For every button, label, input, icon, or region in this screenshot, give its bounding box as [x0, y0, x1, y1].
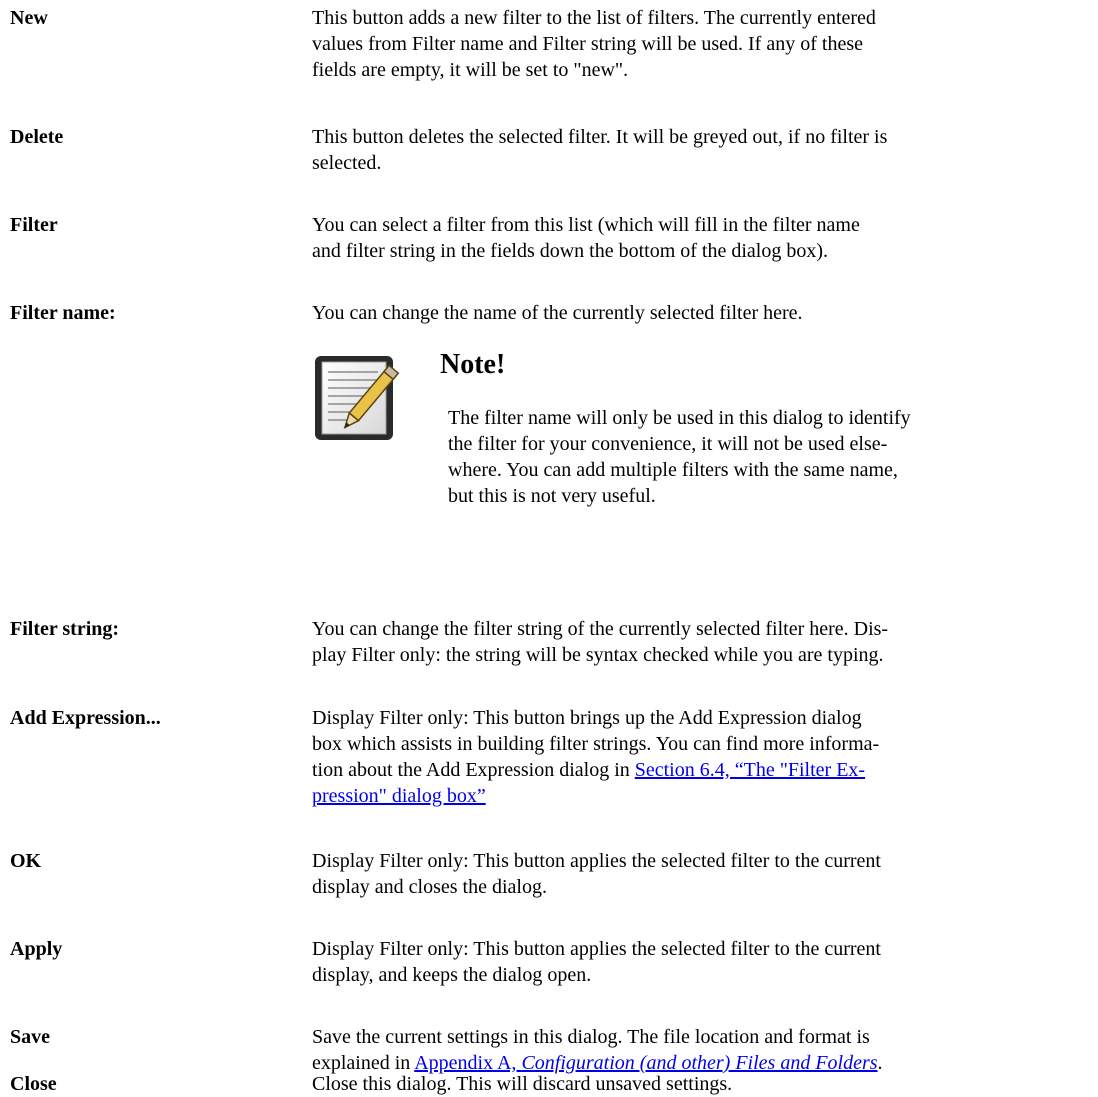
note-admonition: Note! The filter name will only be used … — [312, 349, 911, 530]
term-apply: Apply — [10, 938, 63, 960]
definition-filter-name: You can change the name of the currently… — [312, 300, 1087, 326]
definition-line: Close this dialog. This will discard uns… — [312, 1073, 733, 1095]
definition-line: tion about the Add Expression dialog in … — [312, 759, 866, 781]
definition-apply: Display Filter only: This button applies… — [312, 936, 1087, 988]
definition-ok: Display Filter only: This button applies… — [312, 848, 1087, 900]
definition-line: box which assists in building filter str… — [312, 733, 880, 755]
definition-line: display, and keeps the dialog open. — [312, 964, 592, 986]
definition-line: pression" dialog box” — [312, 783, 1087, 809]
definition-delete: This button deletes the selected filter.… — [312, 124, 1087, 176]
definition-filter: You can select a filter from this list (… — [312, 212, 1087, 264]
note-title: Note! — [440, 349, 506, 380]
definition-line: Display Filter only: This button applies… — [312, 850, 881, 872]
definition-line: selected. — [312, 152, 382, 174]
definition-line: This button adds a new filter to the lis… — [312, 7, 876, 29]
definition-line: fields are empty, it will be set to "new… — [312, 59, 629, 81]
note-line: The filter name will only be used in thi… — [448, 407, 911, 429]
term-close: Close — [10, 1073, 57, 1095]
document-page: New This button adds a new filter to the… — [0, 0, 1098, 1097]
definition-line: play Filter only: the string will be syn… — [312, 644, 884, 666]
term-delete: Delete — [10, 126, 64, 148]
definition-line: You can change the filter string of the … — [312, 618, 889, 640]
definition-save: Save the current settings in this dialog… — [312, 1024, 1087, 1076]
note-line: but this is not very useful. — [448, 485, 656, 507]
definition-add-expression: Display Filter only: This button brings … — [312, 705, 1087, 809]
section-6-4-link-continued[interactable]: pression" dialog box” — [312, 785, 486, 807]
term-filter-string: Filter string: — [10, 618, 120, 640]
term-save: Save — [10, 1026, 50, 1048]
note-line: where. You can add multiple filters with… — [448, 459, 898, 481]
term-filter-name: Filter name: — [10, 302, 116, 324]
definition-filter-string: You can change the filter string of the … — [312, 616, 1087, 668]
definition-close: Close this dialog. This will discard uns… — [312, 1071, 1087, 1097]
definition-new: This button adds a new filter to the lis… — [312, 5, 1087, 83]
note-text: The filter name will only be used in thi… — [448, 405, 916, 509]
note-line: the filter for your convenience, it will… — [448, 433, 888, 455]
definition-line: display and closes the dialog. — [312, 876, 547, 898]
definition-line: values from Filter name and Filter strin… — [312, 33, 863, 55]
term-ok: OK — [10, 850, 42, 872]
definition-line: Save the current settings in this dialog… — [312, 1026, 870, 1048]
definition-line: This button deletes the selected filter.… — [312, 126, 888, 148]
definition-line: You can select a filter from this list (… — [312, 214, 860, 236]
term-filter: Filter — [10, 214, 58, 236]
definition-line: You can change the name of the currently… — [312, 302, 803, 324]
note-pencil-icon — [312, 350, 402, 450]
section-6-4-link[interactable]: Section 6.4, “The "Filter Ex- — [635, 759, 865, 781]
definition-line: Display Filter only: This button applies… — [312, 938, 881, 960]
definition-line: and filter string in the fields down the… — [312, 240, 829, 262]
definition-line: Display Filter only: This button brings … — [312, 707, 862, 729]
term-add-expression: Add Expression... — [10, 707, 161, 729]
term-new: New — [10, 7, 48, 29]
